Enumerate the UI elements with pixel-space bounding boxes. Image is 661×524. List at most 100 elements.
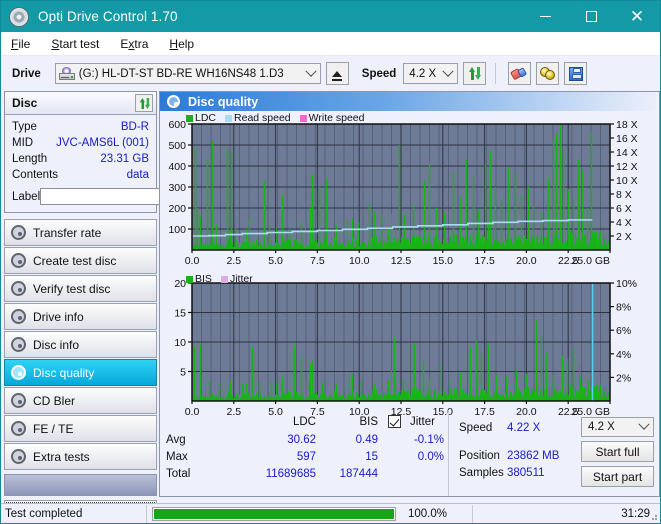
sidebar-item-create-test-disc[interactable]: Create test disc bbox=[4, 247, 157, 274]
stats-area: LDC BIS Jitter Avg 30.62 0.49 -0.1% Max … bbox=[160, 410, 659, 496]
svg-text:2 X: 2 X bbox=[616, 231, 632, 243]
disc-row-length-value: 23.31 GB bbox=[100, 153, 149, 165]
svg-text:400: 400 bbox=[168, 161, 186, 173]
samples-readout-value: 380511 bbox=[507, 467, 545, 479]
drive-select[interactable]: (G:) HL-DT-ST BD-RE WH16NS48 1.D3 bbox=[54, 63, 321, 84]
speed-select[interactable]: 4.2 X bbox=[403, 63, 459, 84]
test-speed-select[interactable]: 4.2 X bbox=[581, 417, 654, 437]
test-speed-value: 4.2 X bbox=[588, 421, 615, 433]
svg-text:10.0: 10.0 bbox=[349, 255, 370, 267]
sidebar-item-label: Disc quality bbox=[33, 365, 95, 380]
legend-label: BIS bbox=[195, 273, 212, 285]
sidebar-item-label: FE / TE bbox=[33, 421, 74, 436]
sidebar-spacer bbox=[4, 474, 157, 496]
maximize-icon bbox=[585, 11, 597, 22]
save-button[interactable] bbox=[564, 62, 588, 85]
disc-panel: Disc Type BD-R MID JVC-AMS6L (001) Lengt… bbox=[4, 91, 243, 213]
legend-swatch-icon bbox=[186, 114, 193, 122]
ldc-total-value: 11689685 bbox=[265, 468, 316, 480]
jitter-checkbox[interactable] bbox=[388, 415, 401, 428]
sidebar-item-cd-bler[interactable]: CD Bler bbox=[4, 387, 157, 414]
resize-grip-icon[interactable] bbox=[648, 511, 658, 521]
bis-chart-svg[interactable]: 51015202%4%6%8%10%0.0 2.5 5.0 7.5 10.0 12.5 15… bbox=[160, 271, 659, 427]
eject-button[interactable] bbox=[325, 62, 349, 85]
sidebar-item-disc-info[interactable]: Disc info bbox=[4, 331, 157, 358]
start-part-button[interactable]: Start part bbox=[581, 466, 654, 487]
bis-chart-legend: BIS Jitter bbox=[186, 273, 259, 285]
svg-text:20.0: 20.0 bbox=[516, 255, 537, 267]
disc-row-contents-key: Contents bbox=[12, 169, 59, 181]
refresh-icon bbox=[467, 66, 482, 81]
speed-readout-value: 4.22 X bbox=[507, 422, 541, 434]
legend-swatch-icon bbox=[299, 114, 307, 122]
ldc-chart-svg[interactable]: 100 200 300 400 500 600 2 X 4 X 6 X 8 X 10 X 12 X 14… bbox=[160, 111, 659, 271]
jitter-label: Jitter bbox=[410, 416, 435, 428]
main-header: Disc quality bbox=[160, 92, 659, 111]
menu-extra[interactable]: Extra bbox=[120, 37, 148, 51]
speed-select-value: 4.2 X bbox=[409, 67, 437, 80]
menu-start-test[interactable]: Start test bbox=[51, 37, 99, 51]
svg-text:2.5: 2.5 bbox=[226, 255, 241, 267]
legend-ldc: LDC bbox=[186, 112, 216, 124]
sidebar-item-verify-test-disc[interactable]: Verify test disc bbox=[4, 275, 157, 302]
svg-text:16 X: 16 X bbox=[616, 133, 638, 145]
legend-swatch-icon bbox=[225, 114, 233, 122]
legend-label: LDC bbox=[195, 112, 217, 124]
start-full-button[interactable]: Start full bbox=[581, 441, 654, 462]
speed-label: Speed bbox=[361, 67, 397, 80]
jitter-max-value: 0.0% bbox=[417, 451, 444, 463]
disc-row-type-key: Type bbox=[12, 121, 37, 133]
disc-row-contents-value: data bbox=[126, 169, 149, 181]
svg-text:100: 100 bbox=[168, 224, 186, 236]
sidebar-item-label: Create test disc bbox=[33, 253, 117, 268]
sidebar-item-drive-info[interactable]: Drive info bbox=[4, 303, 157, 330]
window-controls: ✕ bbox=[522, 1, 660, 32]
disc-icon bbox=[11, 393, 26, 408]
close-button[interactable]: ✕ bbox=[614, 1, 660, 32]
sidebar-item-label: Drive info bbox=[33, 309, 84, 324]
error-stats-table: LDC BIS Jitter Avg 30.62 0.49 -0.1% Max … bbox=[160, 410, 448, 496]
svg-text:600: 600 bbox=[168, 119, 186, 131]
svg-text:15: 15 bbox=[174, 308, 186, 320]
disc-icon bbox=[11, 421, 26, 436]
ldc-chart-legend: LDC Read speed Write speed bbox=[186, 112, 371, 124]
legend-read-speed: Read speed bbox=[225, 112, 291, 124]
sidebar-item-fe-te[interactable]: FE / TE bbox=[4, 415, 157, 442]
disc-row-mid-key: MID bbox=[12, 137, 34, 149]
svg-text:5.0: 5.0 bbox=[268, 255, 283, 267]
col-header-ldc: LDC bbox=[292, 416, 316, 428]
chevron-down-icon bbox=[302, 65, 320, 78]
menu-help[interactable]: Help bbox=[169, 37, 194, 51]
floppy-save-icon bbox=[568, 66, 583, 81]
eject-icon bbox=[332, 70, 343, 81]
disc-tools-button[interactable] bbox=[536, 62, 560, 85]
status-message: Test completed bbox=[1, 504, 147, 523]
refresh-icon bbox=[138, 97, 151, 110]
disc-icon bbox=[11, 309, 26, 324]
sidebar-item-label: Transfer rate bbox=[33, 225, 102, 240]
drive-toolbar: Drive (G:) HL-DT-ST BD-RE WH16NS48 1.D3 … bbox=[1, 56, 660, 91]
sidebar-item-extra-tests[interactable]: Extra tests bbox=[4, 443, 157, 470]
elapsed-time: 31:29 bbox=[621, 507, 650, 520]
disc-icon bbox=[11, 253, 26, 268]
row-header-avg: Avg bbox=[166, 434, 186, 446]
minimize-button[interactable] bbox=[522, 1, 568, 32]
svg-text:4 X: 4 X bbox=[616, 217, 632, 229]
svg-text:6%: 6% bbox=[616, 325, 631, 337]
bis-avg-value: 0.49 bbox=[355, 434, 378, 446]
erase-button[interactable] bbox=[508, 62, 532, 85]
maximize-button[interactable] bbox=[568, 1, 614, 32]
svg-text:10: 10 bbox=[174, 337, 186, 349]
sidebar-item-disc-quality[interactable]: Disc quality bbox=[4, 359, 157, 386]
svg-text:15.0: 15.0 bbox=[433, 255, 454, 267]
refresh-drive-button[interactable] bbox=[463, 62, 487, 85]
menu-file[interactable]: File bbox=[11, 37, 30, 51]
sidebar-item-label: Verify test disc bbox=[33, 281, 111, 296]
svg-text:4%: 4% bbox=[616, 349, 631, 361]
disc-label-row: Label bbox=[12, 186, 243, 207]
disc-refresh-button[interactable] bbox=[135, 94, 153, 112]
sidebar-item-label: Disc info bbox=[33, 337, 80, 352]
sidebar-item-transfer-rate[interactable]: Transfer rate bbox=[4, 219, 157, 246]
app-window: Opti Drive Control 1.70 ✕ File Start tes… bbox=[0, 0, 661, 524]
start-full-label: Start full bbox=[595, 444, 640, 459]
